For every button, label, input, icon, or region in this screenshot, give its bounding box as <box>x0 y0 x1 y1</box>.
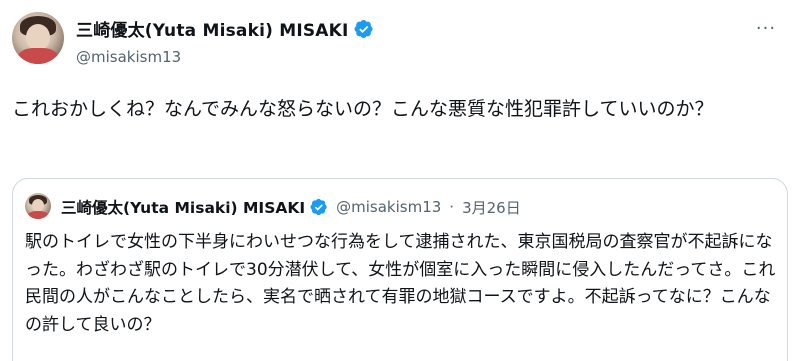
author-avatar[interactable] <box>12 12 64 64</box>
avatar-face <box>26 24 50 50</box>
meta-separator: · <box>449 198 455 216</box>
author-handle[interactable]: @misakism13 <box>76 48 181 66</box>
verified-badge-icon <box>310 198 327 216</box>
tweet-text: これおかしくね？なんでみんな怒らないの？こんな悪質な性犯罪許していいのか？ <box>12 98 714 120</box>
quoted-tweet-text: 駅のトイレで女性の下半身にわいせつな行為をして逮捕された、東京国税局の査察官が不… <box>25 232 776 335</box>
quoted-author-handle: @misakism13 <box>336 198 442 216</box>
tweet-card: 三崎優太(Yuta Misaki) MISAKI @misakism13 ···… <box>0 0 794 361</box>
quoted-author-avatar <box>25 193 51 219</box>
avatar-shirt <box>18 48 58 64</box>
quoted-header: 三崎優太(Yuta Misaki) MISAKI @misakism13 · 3… <box>61 196 521 218</box>
author-name-row: 三崎優太(Yuta Misaki) MISAKI <box>76 16 374 41</box>
quoted-tweet[interactable]: 三崎優太(Yuta Misaki) MISAKI @misakism13 · 3… <box>12 178 788 361</box>
avatar-shirt <box>28 211 48 219</box>
quoted-date[interactable]: 3月26日 <box>462 197 521 218</box>
author-display-name[interactable]: 三崎優太(Yuta Misaki) MISAKI <box>76 16 349 41</box>
verified-badge-icon <box>354 19 373 38</box>
quoted-author-display-name: 三崎優太(Yuta Misaki) MISAKI <box>61 199 306 217</box>
more-options-icon[interactable]: ··· <box>752 14 780 42</box>
